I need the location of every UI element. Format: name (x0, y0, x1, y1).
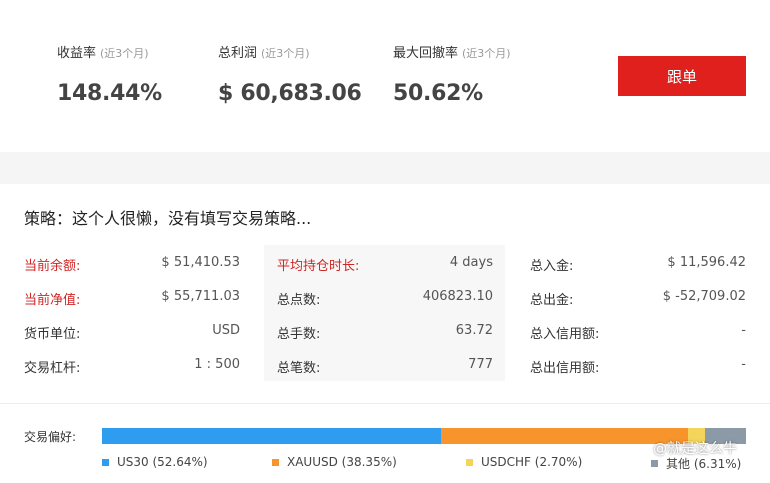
trade-preference-label: 交易偏好: (24, 430, 77, 444)
stat-key: 总出金: (530, 293, 574, 308)
legend-item: USDCHF (2.70%) (466, 455, 582, 469)
stat-value: 406823.10 (422, 289, 493, 304)
stat-key: 总笔数: (277, 361, 321, 376)
horizontal-divider (0, 403, 770, 404)
stat-value: $ 55,711.03 (161, 289, 240, 304)
metric-total-profit: 总利润 (近3个月) $ 60,683.06 (218, 42, 362, 106)
stat-row: 当前净值: $ 55,711.03 (24, 279, 240, 313)
section-divider (0, 152, 770, 184)
stat-value: - (741, 357, 746, 372)
legend-swatch (466, 458, 473, 466)
metric-value: $ 60,683.06 (218, 81, 362, 106)
stat-key: 平均持仓时长: (277, 259, 360, 274)
metric-label: 总利润 (218, 46, 258, 61)
summary-panel: 收益率 (近3个月) 148.44% 总利润 (近3个月) $ 60,683.06 … (0, 0, 770, 152)
metric-label: 收益率 (57, 46, 97, 61)
stat-row: 平均持仓时长: 4 days (264, 245, 505, 279)
preference-segment (441, 428, 688, 444)
legend-swatch (651, 460, 658, 467)
stat-key: 总出信用额: (530, 361, 600, 376)
stat-value: $ 11,596.42 (667, 255, 746, 270)
metric-period: (近3个月) (261, 47, 310, 60)
metric-label: 最大回撤率 (393, 46, 459, 61)
stat-row: 总入金: $ 11,596.42 (530, 245, 746, 279)
stat-row: 总笔数: 777 (264, 347, 505, 381)
trade-stats-column: 平均持仓时长: 4 days 总点数: 406823.10 总手数: 63.72 总笔… (264, 245, 505, 381)
stat-value: $ 51,410.53 (161, 255, 240, 270)
stat-row: 总入信用额: - (530, 313, 746, 347)
strategy-text: 策略：这个人很懒，没有填写交易策略... (24, 209, 312, 228)
metric-value: 148.44% (57, 81, 162, 106)
legend-label: US30 (52.64%) (117, 455, 208, 469)
trade-preference-bar (102, 428, 746, 444)
stat-value: 1 : 500 (194, 357, 240, 372)
watermark: @就是这么牛 (653, 441, 737, 457)
stat-row: 总出金: $ -52,709.02 (530, 279, 746, 313)
preference-segment (102, 428, 441, 444)
stat-row: 总点数: 406823.10 (264, 279, 505, 313)
stat-key: 总入金: (530, 259, 574, 274)
metric-value: 50.62% (393, 81, 483, 106)
stat-value: 4 days (449, 255, 493, 270)
stat-key: 当前余额: (24, 259, 81, 274)
legend-item: US30 (52.64%) (102, 455, 208, 469)
follow-button[interactable]: 跟单 (618, 56, 746, 96)
stat-row: 总手数: 63.72 (264, 313, 505, 347)
stat-value: $ -52,709.02 (662, 289, 746, 304)
metric-return-rate: 收益率 (近3个月) 148.44% (57, 42, 162, 106)
stat-key: 总手数: (277, 327, 321, 342)
funds-stats-column: 总入金: $ 11,596.42 总出金: $ -52,709.02 总入信用额: -… (530, 245, 746, 381)
legend-swatch (102, 458, 109, 466)
stat-key: 货币单位: (24, 327, 81, 342)
metric-period: (近3个月) (100, 47, 149, 60)
stat-key: 当前净值: (24, 293, 81, 308)
stat-row: 总出信用额: - (530, 347, 746, 381)
stat-key: 总入信用额: (530, 327, 600, 342)
stat-key: 总点数: (277, 293, 321, 308)
stat-row: 交易杠杆: 1 : 500 (24, 347, 240, 381)
stat-value: 63.72 (455, 323, 493, 338)
account-stats-column: 当前余额: $ 51,410.53 当前净值: $ 55,711.03 货币单位: U… (24, 245, 240, 381)
legend-label: USDCHF (2.70%) (481, 455, 583, 469)
metric-max-drawdown: 最大回撤率 (近3个月) 50.62% (393, 42, 511, 106)
stat-value: USD (212, 323, 240, 338)
stat-row: 货币单位: USD (24, 313, 240, 347)
legend-swatch (272, 458, 279, 466)
stat-value: 777 (468, 357, 493, 372)
stat-row: 当前余额: $ 51,410.53 (24, 245, 240, 279)
stat-value: - (741, 323, 746, 338)
stat-key: 交易杠杆: (24, 361, 81, 376)
legend-item: XAUUSD (38.35%) (272, 455, 397, 469)
metric-period: (近3个月) (462, 47, 511, 60)
legend-label: XAUUSD (38.35%) (287, 455, 397, 469)
